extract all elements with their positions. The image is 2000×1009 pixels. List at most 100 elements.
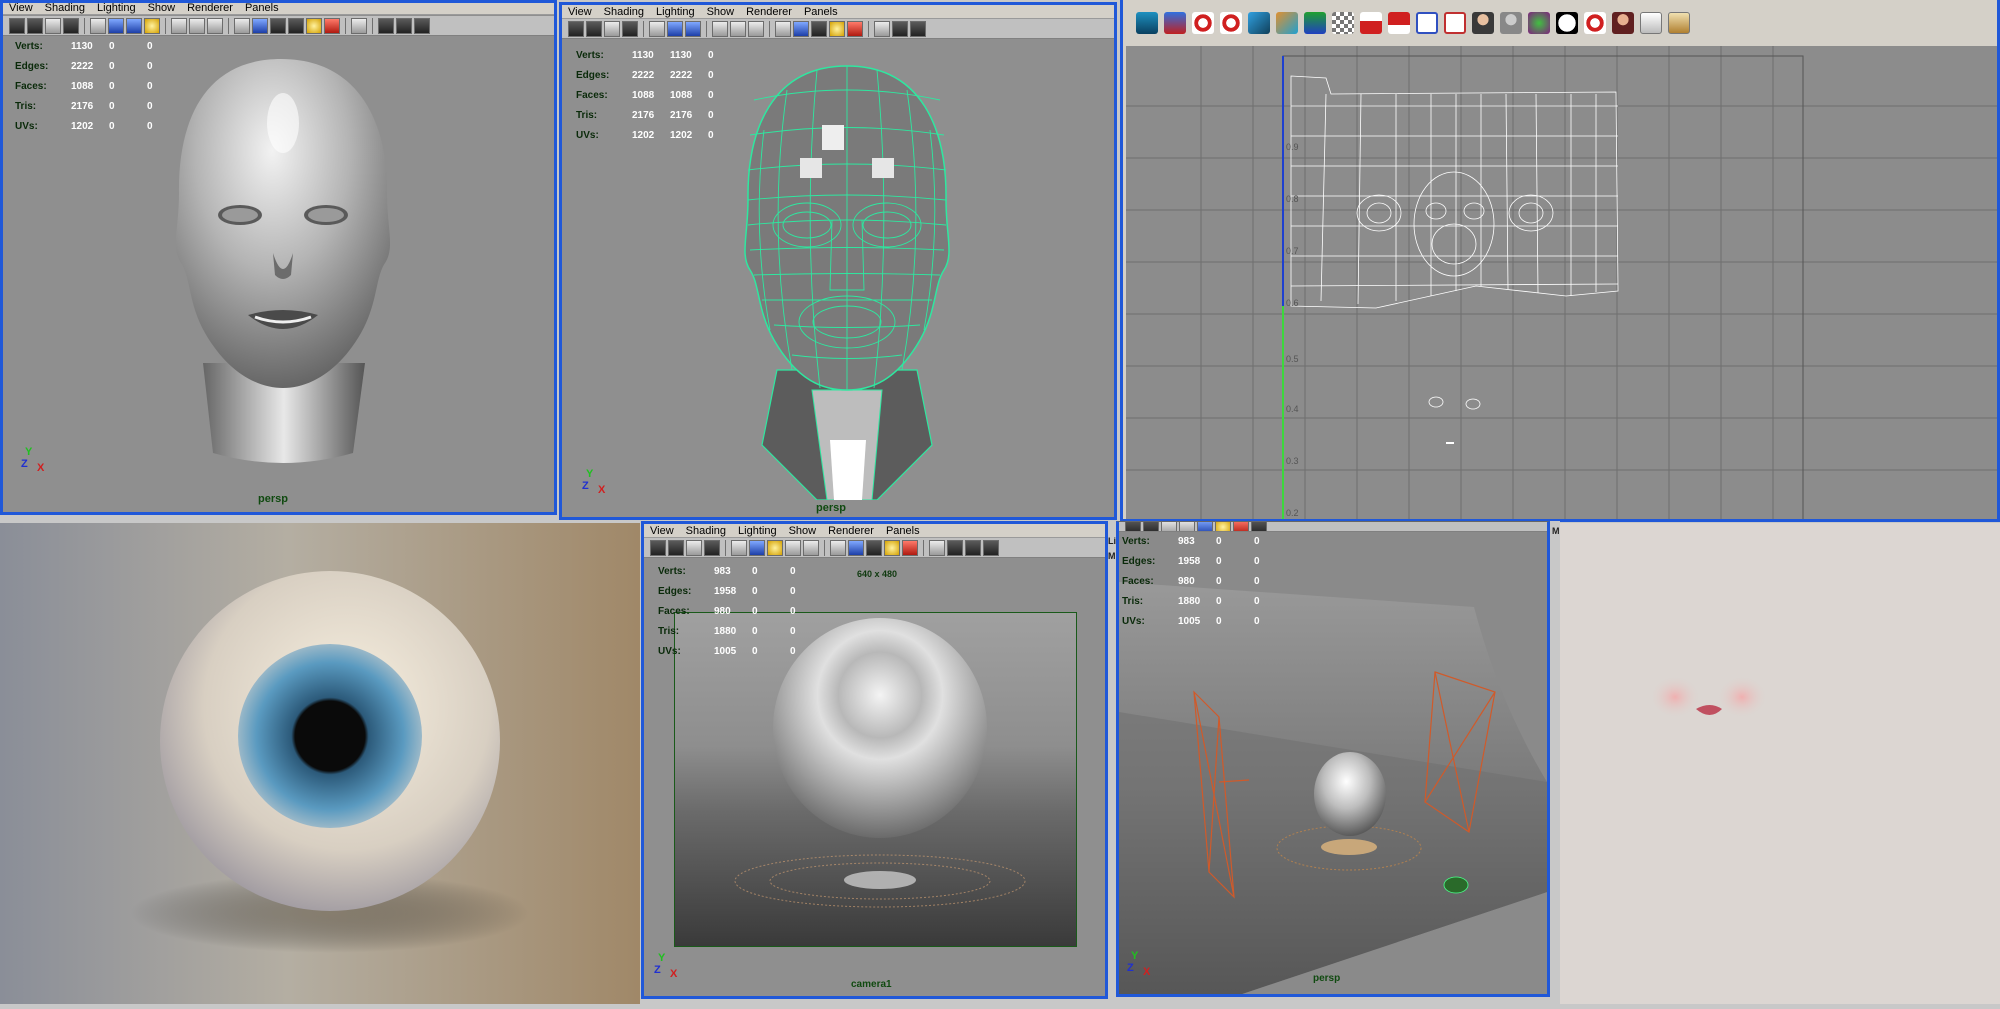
cube-icon[interactable] <box>234 17 250 34</box>
shadow-icon[interactable] <box>270 17 286 34</box>
image-plane-icon[interactable] <box>704 539 720 556</box>
menu-view[interactable]: View <box>650 524 674 537</box>
checker-icon[interactable] <box>1332 12 1354 34</box>
layout-icon[interactable] <box>378 17 394 34</box>
menu-lighting[interactable]: Lighting <box>738 524 777 537</box>
menu-show[interactable]: Show <box>148 3 176 14</box>
multi-layout-icon[interactable] <box>396 17 412 34</box>
grid-icon[interactable] <box>731 539 747 556</box>
shadow-icon[interactable] <box>811 20 827 37</box>
resolution-gate-icon[interactable] <box>685 20 701 37</box>
arrow-down-icon[interactable] <box>1360 12 1382 34</box>
shaded-cube-icon[interactable] <box>252 17 268 34</box>
smooth-shade-icon[interactable] <box>189 17 205 34</box>
xray-icon[interactable] <box>983 539 999 556</box>
isolate-icon[interactable] <box>929 539 945 556</box>
menu-view[interactable]: View <box>9 3 33 14</box>
textured-icon[interactable] <box>748 20 764 37</box>
film-gate-icon[interactable] <box>108 17 124 34</box>
image-plane-icon[interactable] <box>622 20 638 37</box>
menu-lighting[interactable]: Lighting <box>656 5 695 18</box>
camera-attr-icon[interactable] <box>586 20 602 37</box>
image-plane-icon[interactable] <box>63 17 79 34</box>
resolution-gate-icon[interactable] <box>767 539 783 556</box>
xray-icon[interactable] <box>414 17 430 34</box>
viewport-shaded-head[interactable]: View Shading Lighting Show Renderer Pane… <box>0 0 557 515</box>
sew-uv-icon[interactable] <box>1276 12 1298 34</box>
layout-uv-icon[interactable] <box>1304 12 1326 34</box>
camera-attr-icon[interactable] <box>27 17 43 34</box>
render-icon[interactable] <box>847 20 863 37</box>
render-icon[interactable] <box>902 539 918 556</box>
menu-panels[interactable]: Panels <box>245 3 279 14</box>
rotate-cw-icon[interactable] <box>1220 12 1242 34</box>
camera-attr-icon[interactable] <box>668 539 684 556</box>
copy-icon[interactable] <box>1640 12 1662 34</box>
grid-icon[interactable] <box>649 20 665 37</box>
multi-layout-icon[interactable] <box>910 20 926 37</box>
shaded-cube-icon[interactable] <box>793 20 809 37</box>
menu-shading[interactable]: Shading <box>45 3 85 14</box>
menu-shading[interactable]: Shading <box>604 5 644 18</box>
layout-icon[interactable] <box>892 20 908 37</box>
camera-icon[interactable] <box>568 20 584 37</box>
shaded-cube-icon[interactable] <box>848 539 864 556</box>
isolate-icon[interactable] <box>874 20 890 37</box>
person-icon[interactable] <box>1612 12 1634 34</box>
grid-icon[interactable] <box>90 17 106 34</box>
film-gate-icon[interactable] <box>667 20 683 37</box>
uv-move-icon[interactable] <box>1164 12 1186 34</box>
bulb-icon[interactable] <box>829 20 845 37</box>
menu-show[interactable]: Show <box>707 5 735 18</box>
user-gray-icon[interactable] <box>1500 12 1522 34</box>
refresh-icon[interactable] <box>1584 12 1606 34</box>
bulb-icon[interactable] <box>306 17 322 34</box>
wireframe-icon[interactable] <box>712 20 728 37</box>
textured-icon[interactable] <box>207 17 223 34</box>
layout-icon[interactable] <box>947 539 963 556</box>
lights-icon[interactable] <box>288 17 304 34</box>
shaded-head-model[interactable] <box>143 53 423 468</box>
bulb-icon[interactable] <box>884 539 900 556</box>
bookmark-icon[interactable] <box>45 17 61 34</box>
menu-view[interactable]: View <box>568 5 592 18</box>
menu-renderer[interactable]: Renderer <box>828 524 874 537</box>
menu-panels[interactable]: Panels <box>804 5 838 18</box>
multi-layout-icon[interactable] <box>965 539 981 556</box>
menu-panels[interactable]: Panels <box>886 524 920 537</box>
menu-renderer[interactable]: Renderer <box>187 3 233 14</box>
resolution-gate-icon[interactable] <box>126 17 142 34</box>
menu-renderer[interactable]: Renderer <box>746 5 792 18</box>
menu-shading[interactable]: Shading <box>686 524 726 537</box>
viewport-camera1[interactable]: View Shading Lighting Show Renderer Pane… <box>641 521 1108 999</box>
cube-icon[interactable] <box>830 539 846 556</box>
uv-grid-area[interactable]: 0.9 0.8 0.7 0.6 0.5 0.4 0.3 0.2 <box>1126 46 1997 519</box>
grid-snap-red-icon[interactable] <box>1444 12 1466 34</box>
paste-icon[interactable] <box>1668 12 1690 34</box>
wireframe-icon[interactable] <box>171 17 187 34</box>
camera-icon[interactable] <box>650 539 666 556</box>
rotate-ccw-icon[interactable] <box>1192 12 1214 34</box>
cube-icon[interactable] <box>775 20 791 37</box>
bookmark-icon[interactable] <box>686 539 702 556</box>
camera-icon[interactable] <box>9 17 25 34</box>
cut-uv-icon[interactable] <box>1248 12 1270 34</box>
bookmark-icon[interactable] <box>604 20 620 37</box>
smooth-shade-icon[interactable] <box>730 20 746 37</box>
light-icon[interactable] <box>144 17 160 34</box>
user-icon[interactable] <box>1472 12 1494 34</box>
arrow-up-icon[interactable] <box>1388 12 1410 34</box>
shadow-icon[interactable] <box>866 539 882 556</box>
grid-snap-icon[interactable] <box>1416 12 1438 34</box>
wireframe-head-model[interactable] <box>722 60 972 500</box>
viewport-scene[interactable]: Verts: 983 0 0 Edges: 1958 0 0 Faces: 980 0 0 Tri… <box>1116 521 1550 997</box>
render-icon[interactable] <box>324 17 340 34</box>
safe-title-icon[interactable] <box>803 539 819 556</box>
uv-select-icon[interactable] <box>1136 12 1158 34</box>
safe-action-icon[interactable] <box>785 539 801 556</box>
shaded-uv-icon[interactable] <box>1528 12 1550 34</box>
isolate-icon[interactable] <box>351 17 367 34</box>
film-gate-icon[interactable] <box>749 539 765 556</box>
viewport-wireframe-head[interactable]: View Shading Lighting Show Renderer Pane… <box>559 2 1117 520</box>
sphere-model[interactable] <box>675 613 1078 948</box>
